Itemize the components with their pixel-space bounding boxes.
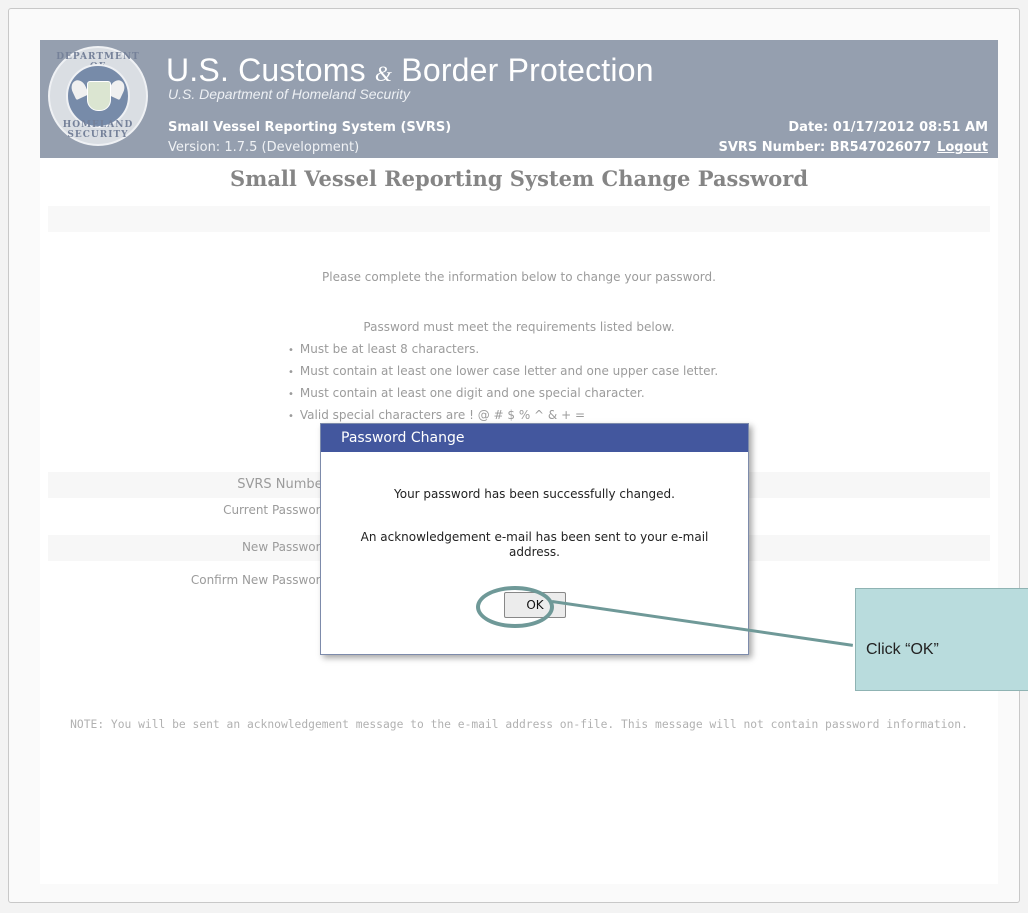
dialog-success-message: Your password has been successfully chan… [394, 487, 675, 501]
dialog-email-message: An acknowledgement e-mail has been sent … [360, 530, 709, 559]
callout-text: Click “OK” [866, 641, 939, 658]
callout-highlight-ring [476, 586, 554, 628]
dialog-title: Password Change [321, 424, 748, 452]
callout-box: Click “OK” [855, 588, 1028, 691]
